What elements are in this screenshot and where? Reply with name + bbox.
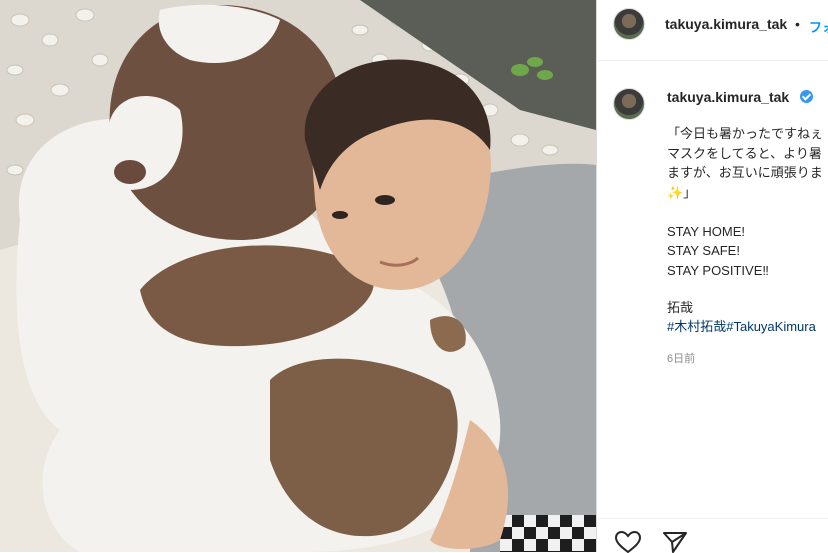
- header-separator: •: [795, 16, 800, 32]
- paper-plane-icon[interactable]: [663, 531, 687, 553]
- caption-avatar[interactable]: [613, 88, 645, 120]
- caption-username[interactable]: takuya.kimura_tak: [667, 89, 789, 105]
- follow-button[interactable]: フォ: [809, 17, 828, 36]
- caption-line: 「今日も暑かったですねぇ: [667, 126, 824, 141]
- caption-line: ✨」: [667, 185, 697, 200]
- post-image: [0, 0, 596, 552]
- header-username[interactable]: takuya.kimura_tak: [665, 16, 787, 32]
- verified-badge-icon: [800, 90, 813, 103]
- actions-divider: [597, 518, 828, 519]
- header-avatar[interactable]: [613, 8, 645, 40]
- caption-line: STAY POSITIVE‼︎: [667, 263, 769, 278]
- caption-line: STAY SAFE!: [667, 243, 740, 258]
- caption-line: ますが、お互いに頑張りま: [667, 165, 823, 180]
- post-photo[interactable]: [0, 0, 596, 552]
- header-divider: [597, 60, 828, 61]
- post-sidebar: takuya.kimura_tak • フォ takuya.kimura_tak…: [596, 0, 828, 553]
- heart-icon[interactable]: [615, 531, 641, 553]
- caption-line: マスクをしてると、より暑: [667, 146, 822, 161]
- caption-line: STAY HOME!: [667, 224, 746, 239]
- hashtag-link[interactable]: #木村拓哉#TakuyaKimura: [667, 317, 816, 337]
- post-timestamp[interactable]: 6日前: [667, 350, 695, 366]
- caption-line: 拓哉: [667, 300, 694, 315]
